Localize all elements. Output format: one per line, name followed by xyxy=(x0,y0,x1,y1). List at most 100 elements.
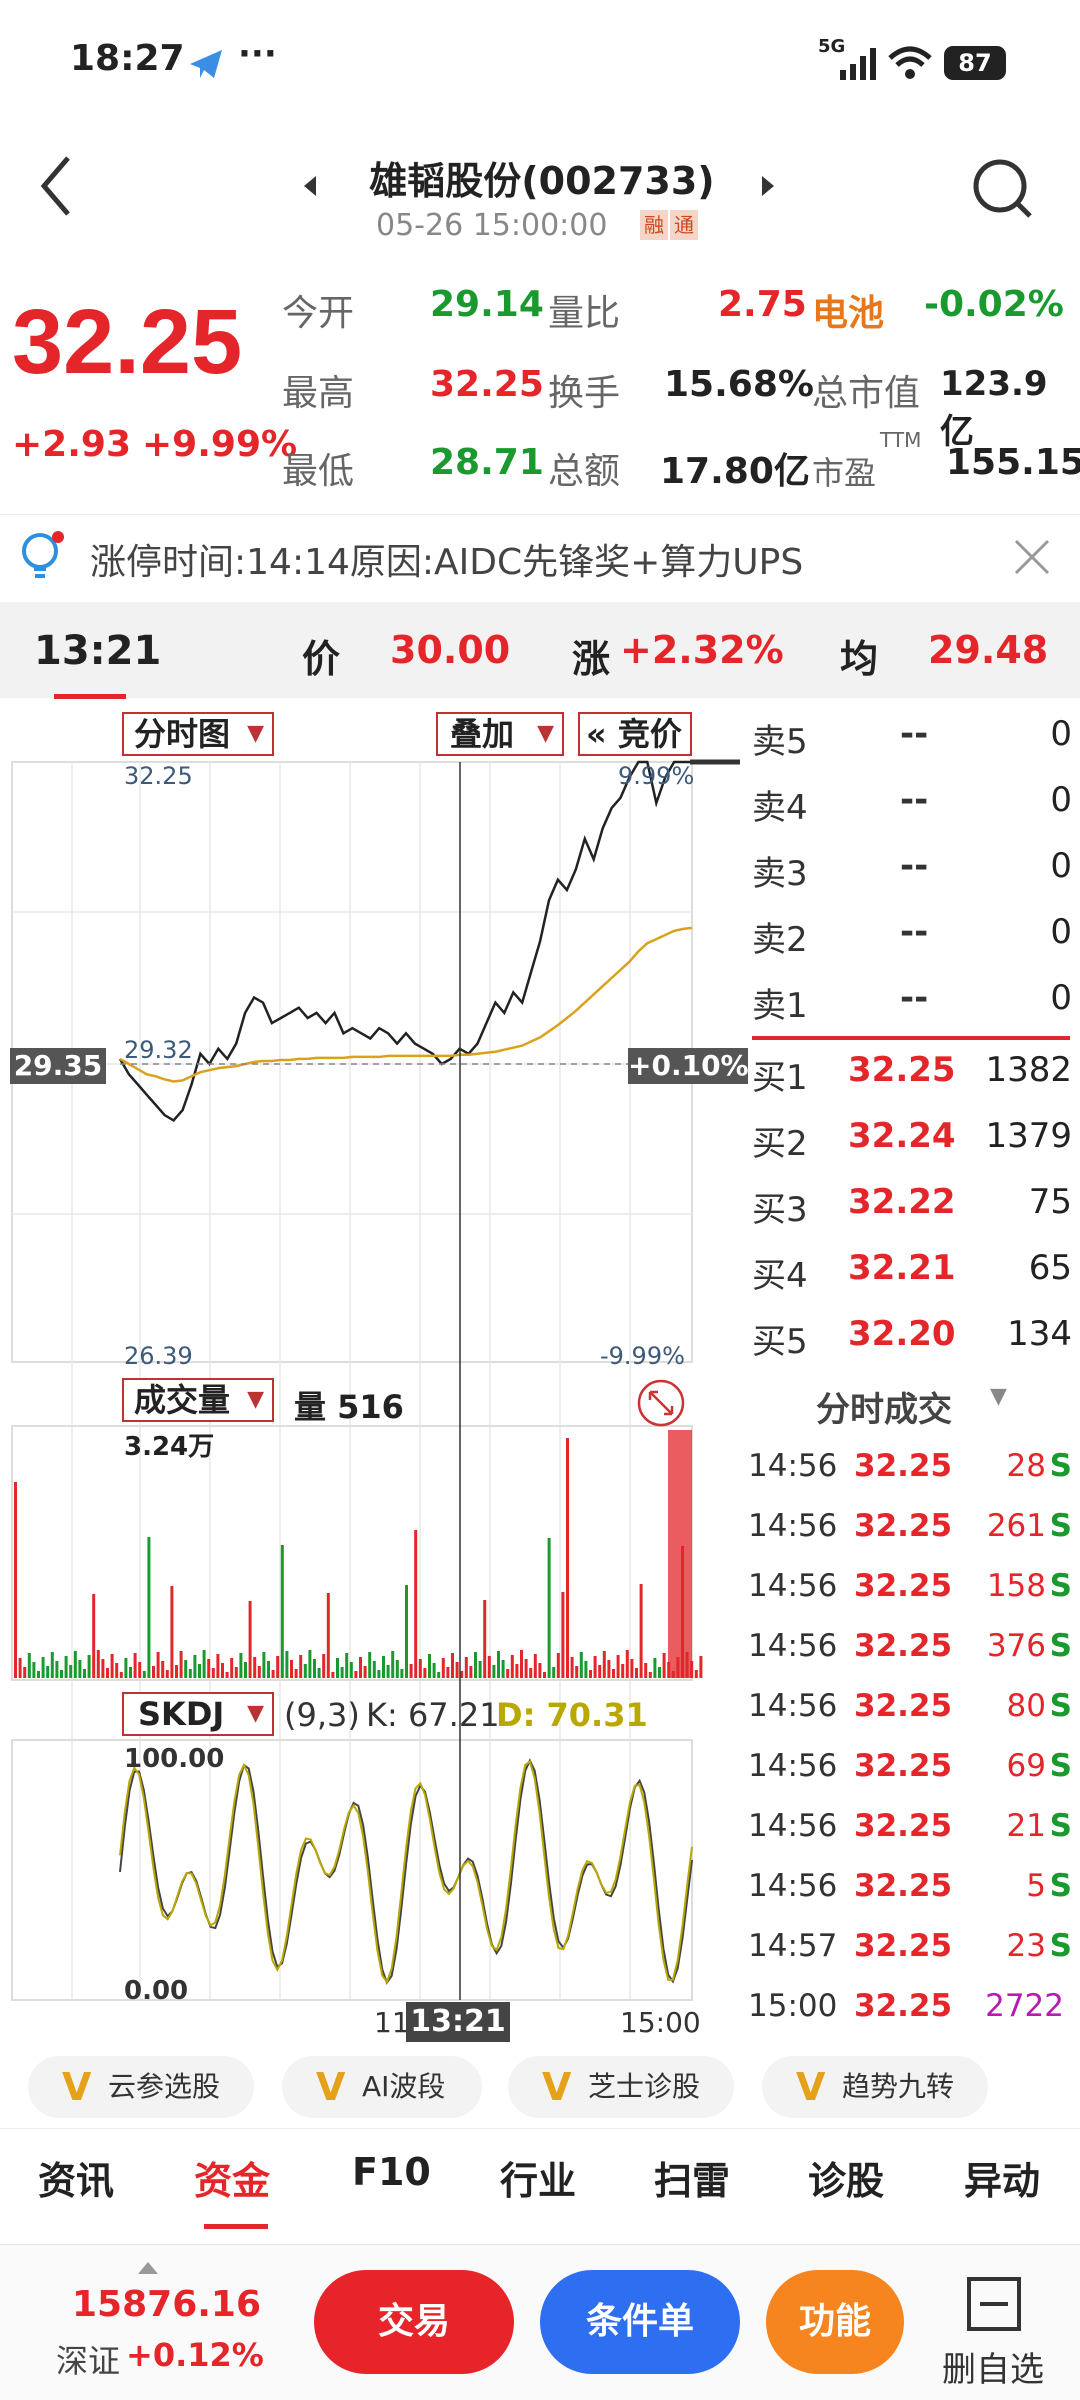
order-volume: 0 xyxy=(1050,714,1072,754)
volume-bar xyxy=(359,1657,362,1678)
buy-row-2[interactable]: 买2 32.24 1379 xyxy=(752,1116,1072,1176)
condition-order-button[interactable]: 条件单 xyxy=(540,2270,740,2374)
trade-volume: 158 xyxy=(986,1568,1046,1604)
volume-bar xyxy=(239,1653,243,1678)
prev-stock-icon[interactable] xyxy=(300,174,320,198)
tab-funds[interactable]: 资金 xyxy=(194,2150,270,2205)
pill-trend-nine[interactable]: V 趋势九转 xyxy=(762,2056,988,2118)
mktcap-value: 123.9亿 xyxy=(940,364,1048,452)
volume-bar xyxy=(405,1585,408,1678)
index-change: +0.12% xyxy=(126,2336,264,2374)
lightbulb-icon xyxy=(22,531,64,578)
volume-bar xyxy=(313,1659,316,1678)
trades-header[interactable]: 分时成交 ▼ xyxy=(748,1372,1080,1432)
order-volume: 0 xyxy=(1050,846,1072,886)
sell-row-4[interactable]: 卖2 -- 0 xyxy=(752,912,1072,972)
trade-row: 14:56 32.25 28 S xyxy=(748,1448,1072,1504)
trade-time: 14:56 xyxy=(748,1628,838,1664)
open-label: 今开 xyxy=(282,293,355,334)
trade-side: S xyxy=(1049,1748,1072,1784)
crosshair-price-tag: 29.35 xyxy=(10,1048,106,1084)
pill-ai-band[interactable]: V AI波段 xyxy=(282,2056,482,2118)
sell-row-5[interactable]: 卖1 -- 0 xyxy=(752,978,1072,1038)
volume-bar xyxy=(547,1538,551,1678)
pe-ttm-label: TTM xyxy=(880,428,922,452)
low-value: 28.71 xyxy=(430,442,544,483)
trade-side: S xyxy=(1049,1928,1072,1964)
indicator-dropdown[interactable]: SKDJ ▼ xyxy=(122,1692,274,1736)
pct-axis-top: 9.99% xyxy=(618,762,695,790)
intraday-chart[interactable] xyxy=(0,700,748,2040)
back-arrow-icon[interactable] xyxy=(36,154,76,218)
kdj-top-label: 100.00 xyxy=(124,1744,225,1774)
volume-bar xyxy=(41,1657,45,1678)
close-icon[interactable] xyxy=(1012,537,1052,577)
function-button[interactable]: 功能 xyxy=(766,2270,904,2374)
volume-bar xyxy=(625,1650,629,1678)
tab-f10[interactable]: F10 xyxy=(352,2150,431,2194)
tab-diagnosis[interactable]: 诊股 xyxy=(808,2150,884,2205)
volume-bar xyxy=(257,1666,261,1678)
trade-volume: 21 xyxy=(1006,1808,1046,1844)
cursor-avg: 29.48 xyxy=(928,628,1049,672)
volume-bar xyxy=(437,1672,441,1678)
buy-row-4[interactable]: 买4 32.21 65 xyxy=(752,1248,1072,1308)
volume-bar xyxy=(602,1651,606,1678)
stock-title: 雄韬股份(002733) xyxy=(369,159,715,203)
volume-bar xyxy=(83,1669,86,1678)
expand-icon[interactable] xyxy=(636,1378,686,1428)
status-more: ··· xyxy=(238,34,277,74)
price-change: +2.93 xyxy=(12,424,131,465)
cursor-price: 30.00 xyxy=(390,628,511,672)
volume-bar xyxy=(616,1655,620,1678)
volume-bar xyxy=(386,1665,390,1678)
sell-row-3[interactable]: 卖3 -- 0 xyxy=(752,846,1072,906)
pill-cloud-stock-pick[interactable]: V 云参选股 xyxy=(28,2056,254,2118)
remove-watchlist-label[interactable]: 删自选 xyxy=(942,2342,1044,2391)
volume-bar xyxy=(432,1663,436,1678)
volume-dropdown[interactable]: 成交量 ▼ xyxy=(122,1378,274,1422)
remove-watchlist-icon[interactable] xyxy=(966,2276,1022,2332)
order-volume: 0 xyxy=(1050,912,1072,952)
margin-badge: 融 xyxy=(640,210,668,240)
next-stock-icon[interactable] xyxy=(758,174,778,198)
volume-bar xyxy=(483,1600,487,1678)
buy-row-3[interactable]: 买3 32.22 75 xyxy=(752,1182,1072,1242)
volume-bar xyxy=(598,1665,602,1678)
volume-bar xyxy=(579,1652,583,1678)
limit-up-notice[interactable]: 涨停时间:14:14原因:AIDC先锋奖+算力UPS xyxy=(0,514,1080,596)
search-icon[interactable] xyxy=(970,156,1034,220)
order-level-label: 买5 xyxy=(752,1322,808,1362)
volume-bar xyxy=(349,1662,353,1678)
tab-industry[interactable]: 行业 xyxy=(500,2150,576,2205)
pill-label: 趋势九转 xyxy=(842,2070,955,2103)
cursor-info-bar: 13:21 价 30.00 涨 +2.32% 均 29.48 xyxy=(0,602,1080,699)
sell-row-1[interactable]: 卖5 -- 0 xyxy=(752,714,1072,774)
buy-row-5[interactable]: 买5 32.20 134 xyxy=(752,1314,1072,1374)
volume-bar xyxy=(501,1660,505,1678)
quote-datetime: 05-26 15:00:00 xyxy=(376,208,608,243)
auction-button[interactable]: « 竞价 xyxy=(578,712,692,756)
pill-label: 芝士诊股 xyxy=(588,2070,701,2103)
volume-bar xyxy=(147,1537,151,1678)
pill-cheese-diagnosis[interactable]: V 芝士诊股 xyxy=(508,2056,734,2118)
indicator-label: SKDJ xyxy=(138,1695,225,1733)
chart-mode-dropdown[interactable]: 分时图 ▼ xyxy=(122,712,274,756)
volume-bar xyxy=(179,1651,183,1678)
tab-news[interactable]: 资讯 xyxy=(38,2150,114,2205)
tab-anomaly[interactable]: 异动 xyxy=(964,2150,1040,2205)
volume-bar xyxy=(469,1666,473,1678)
volume-bar xyxy=(110,1654,114,1678)
sell-row-2[interactable]: 卖4 -- 0 xyxy=(752,780,1072,840)
trade-button[interactable]: 交易 xyxy=(314,2270,514,2374)
volume-bar xyxy=(78,1660,82,1678)
index-value[interactable]: 15876.16 xyxy=(72,2284,261,2325)
cursor-price-label: 价 xyxy=(302,637,341,681)
buy-row-1[interactable]: 买1 32.25 1382 xyxy=(752,1050,1072,1110)
overlay-label: 叠加 xyxy=(450,715,515,753)
order-volume: 65 xyxy=(1028,1248,1072,1288)
overlay-dropdown[interactable]: 叠加 ▼ xyxy=(436,712,564,756)
sector-name[interactable]: 电池 xyxy=(812,284,884,336)
tab-risk-scan[interactable]: 扫雷 xyxy=(654,2150,730,2205)
pe-label: 市盈 xyxy=(812,454,877,492)
